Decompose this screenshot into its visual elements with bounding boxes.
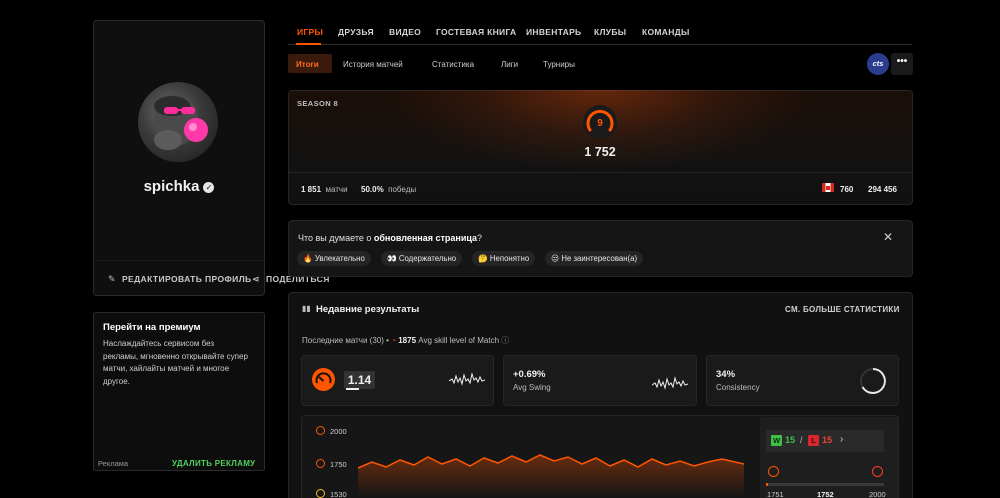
recent-matches-summary: Последние матчи (30) • ◔ 1875 Avg skill … [302,336,510,345]
elo-range-track [766,483,884,486]
tab-friends[interactable]: ДРУЗЬЯ [338,27,374,37]
share-icon: ⋖ [252,274,260,284]
premium-text: Наслаждайтесь сервисом без рекламы, мгно… [103,339,248,386]
season-label: SEASON 8 [297,99,339,108]
verified-icon: ✓ [203,182,215,193]
subtab-statistics[interactable]: Статистика [432,60,474,69]
kd-sparkline [449,372,485,386]
more-stats-link[interactable]: СМ. БОЛЬШЕ СТАТИСТИКИ [785,305,900,314]
range-max-level-icon [872,466,883,477]
unamused-face-icon: 😒 [551,254,560,263]
global-rank[interactable]: 294 456 [868,185,897,194]
tab-clubs[interactable]: КЛУБЫ [594,27,626,37]
avatar[interactable] [138,82,218,162]
kd-value: 1.14 [344,371,375,389]
feedback-question: Что вы думаете о обновленная страница? [298,233,483,243]
speedometer-icon [312,368,335,391]
elo-line-chart [358,454,744,498]
consistency-ring-icon [860,368,886,394]
level-10-icon [316,426,325,435]
tab-teams[interactable]: КОМАНДЫ [642,27,690,37]
remove-ads-link[interactable]: УДАЛИТЬ РЕКЛАМУ [172,459,255,468]
info-icon[interactable]: ⓘ [501,336,509,345]
pencil-icon: ✎ [108,274,116,284]
range-min-level-icon [768,466,779,477]
chart-tick-1530: 1530 [330,490,347,498]
swing-sparkline [652,376,688,390]
elo-range-fill [766,483,768,486]
swing-value: +0.69% [513,369,546,380]
wins-badge: W [771,435,782,446]
feedback-option-informative[interactable]: 👀 Содержательно [381,251,463,266]
consistency-label: Consistency [716,383,760,392]
tab-games[interactable]: ИГРЫ [297,27,323,37]
range-max: 2000 [869,490,886,498]
skill-gauge-icon: ◔ [391,336,396,345]
winrate-stat: 50.0% победы [361,185,417,194]
wl-separator: / [800,435,803,445]
wins-count: 15 [785,435,796,445]
eyes-icon: 👀 [387,254,397,263]
username: spichka ✓ [93,178,265,195]
close-icon[interactable]: ✕ [883,230,893,244]
feedback-option-confusing[interactable]: 🤔 Непонятно [472,251,536,266]
consistency-value: 34% [716,369,736,380]
losses-count: 15 [822,435,833,445]
feedback-option-not-interested[interactable]: 😒 Не заинтересован(а) [545,251,644,266]
matches-stat: 1 851 матчи [301,185,348,194]
more-options-button[interactable]: ••• [891,53,913,75]
feedback-option-exciting[interactable]: 🔥 Увлекательно [297,251,371,266]
bar-chart-icon: ▮▮ [302,304,311,313]
chart-tick-1750: 1750 [330,460,347,469]
results-title: Недавние результаты [316,304,420,315]
ad-label: Реклама [98,459,129,468]
chart-tick-2000: 2000 [330,427,347,436]
tab-guestbook[interactable]: ГОСТЕВАЯ КНИГА [436,27,517,37]
subtab-match-history[interactable]: История матчей [343,60,403,69]
range-min: 1751 [767,490,784,498]
subtab-tournaments[interactable]: Турниры [543,60,575,69]
subtab-leagues[interactable]: Лиги [501,60,518,69]
edit-profile-button[interactable]: ✎ РЕДАКТИРОВАТЬ ПРОФИЛЬ [108,274,252,285]
avatar-image [154,94,208,150]
swing-label: Avg Swing [513,383,551,392]
tab-inventory[interactable]: ИНВЕНТАРЬ [526,27,581,37]
country-flag-icon [822,183,834,192]
range-current: 1752 [817,490,834,498]
level-8-icon [316,489,325,498]
kd-underline [346,388,359,390]
tab-videos[interactable]: ВИДЕО [389,27,421,37]
chevron-right-icon[interactable]: › [840,434,843,445]
level-9-icon [316,459,325,468]
premium-title: Перейти на премиум [103,322,201,333]
country-rank[interactable]: 760 [840,185,853,194]
skill-level-icon: 9 [582,104,618,140]
svg-text:9: 9 [597,118,603,129]
thinking-face-icon: 🤔 [478,254,488,263]
active-tab-indicator [296,43,321,45]
feedback-card [288,220,913,277]
season-divider [289,172,912,173]
premium-promo: Перейти на премиум Наслаждайтесь сервисо… [93,312,265,470]
game-select-badge[interactable]: cts [867,53,889,75]
nav-divider [288,44,912,45]
fire-icon: 🔥 [303,254,313,263]
losses-badge: L [808,435,819,446]
elo-value: 1 752 [584,145,616,159]
subtab-summary[interactable]: Итоги [296,60,319,69]
